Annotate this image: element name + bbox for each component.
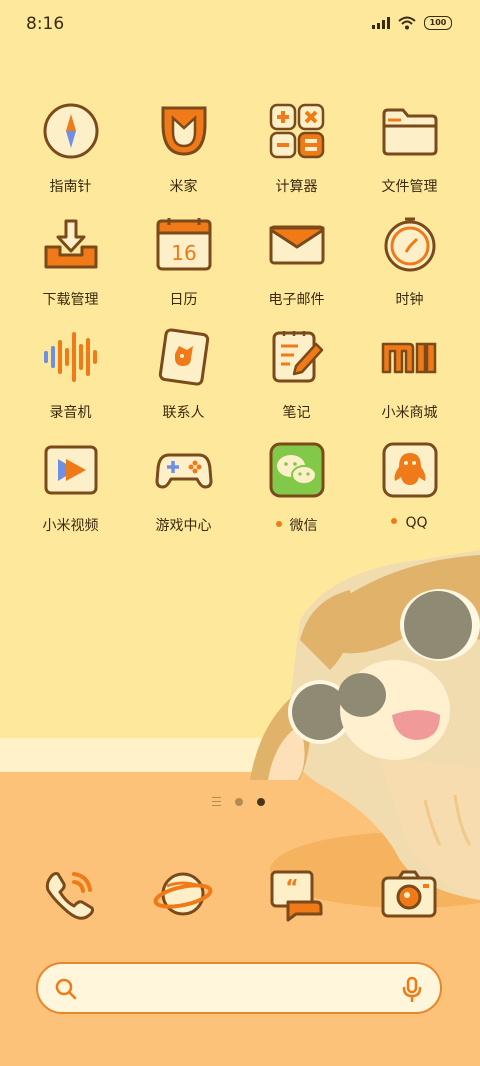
app-label: 小米视频 <box>42 518 99 534</box>
app-label: 微信 <box>289 518 318 534</box>
qq-penguin-icon <box>382 442 438 498</box>
app-compass[interactable]: 指南针 <box>14 102 127 202</box>
app-label: 录音机 <box>49 405 92 421</box>
app-mijia[interactable]: 米家 <box>127 102 240 202</box>
signal-icon <box>372 17 390 29</box>
app-file-manager[interactable]: 文件管理 <box>353 102 466 202</box>
microphone-icon[interactable] <box>400 976 424 1002</box>
video-play-icon <box>44 445 98 495</box>
gamepad-icon <box>155 453 213 489</box>
wifi-icon <box>398 16 416 30</box>
app-label: 电子邮件 <box>268 292 325 308</box>
clock-icon <box>384 217 436 272</box>
app-label: 指南针 <box>49 179 92 195</box>
search-bar[interactable] <box>36 962 442 1014</box>
app-label: 下载管理 <box>42 292 99 308</box>
page-dot <box>235 797 243 806</box>
app-label: 小米商城 <box>381 405 438 421</box>
app-calendar[interactable]: 16 日历 <box>127 215 240 315</box>
app-label: 笔记 <box>282 405 311 421</box>
app-notes[interactable]: 笔记 <box>240 328 353 428</box>
wechat-icon <box>269 442 325 498</box>
app-label: 米家 <box>169 179 198 195</box>
calendar-date: 16 <box>171 241 196 265</box>
calendar-icon: 16 <box>156 218 212 271</box>
app-qq[interactable]: QQ <box>353 441 466 541</box>
app-label: 游戏中心 <box>155 518 212 534</box>
sound-wave-icon <box>44 332 97 382</box>
app-email[interactable]: 电子邮件 <box>240 215 353 315</box>
messages-icon[interactable]: “ <box>266 864 326 924</box>
page-dot-active <box>257 797 265 806</box>
notes-icon <box>272 331 324 383</box>
app-label-row: QQ <box>353 515 466 531</box>
app-label: 日历 <box>169 292 198 308</box>
svg-text:“: “ <box>285 875 298 899</box>
app-clock[interactable]: 时钟 <box>353 215 466 315</box>
mi-logo-icon <box>381 342 437 374</box>
camera-icon[interactable] <box>379 864 439 924</box>
notification-dot <box>275 521 282 527</box>
app-wechat[interactable]: 微信 <box>240 441 353 541</box>
status-bar: 8:16 100 <box>0 0 480 50</box>
app-label: 文件管理 <box>381 179 438 195</box>
app-label: QQ <box>405 515 428 531</box>
phone-icon[interactable] <box>40 864 100 924</box>
app-calculator[interactable]: 计算器 <box>240 102 353 202</box>
compass-icon <box>43 103 99 159</box>
notification-dot <box>391 518 398 524</box>
feed-page-indicator <box>212 797 221 806</box>
contacts-icon <box>158 328 210 386</box>
app-game-center[interactable]: 游戏中心 <box>127 441 240 541</box>
app-downloads[interactable]: 下载管理 <box>14 215 127 315</box>
app-label: 联系人 <box>162 405 205 421</box>
app-mi-store[interactable]: 小米商城 <box>353 328 466 428</box>
mijia-icon <box>161 106 207 156</box>
envelope-icon <box>269 225 325 265</box>
app-recorder[interactable]: 录音机 <box>14 328 127 428</box>
search-icon[interactable] <box>54 977 78 1001</box>
download-icon <box>44 219 98 269</box>
app-label: 计算器 <box>275 179 318 195</box>
page-indicator[interactable] <box>212 797 265 806</box>
folder-icon <box>382 108 438 156</box>
app-label: 时钟 <box>395 292 424 308</box>
app-label-row: 微信 <box>240 515 353 535</box>
app-mi-video[interactable]: 小米视频 <box>14 441 127 541</box>
app-contacts[interactable]: 联系人 <box>127 328 240 428</box>
browser-icon[interactable] <box>153 864 213 924</box>
calculator-icon <box>269 103 325 159</box>
battery-indicator: 100 <box>424 16 452 30</box>
status-time: 8:16 <box>26 14 65 34</box>
